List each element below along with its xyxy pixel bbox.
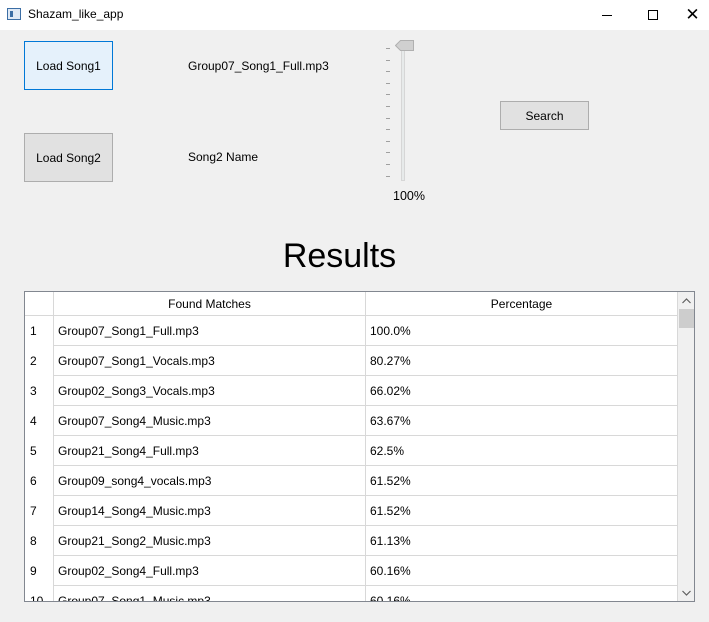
search-button[interactable]: Search [500,101,589,130]
match-name-cell[interactable]: Group21_Song4_Full.mp3 [54,436,366,466]
match-percentage-cell[interactable]: 63.67% [366,406,678,436]
slider-tick [386,71,390,72]
table-row[interactable]: 10 Group07_Song1_Music.mp3 60.16% [25,586,678,601]
row-number[interactable]: 6 [25,466,54,496]
row-number[interactable]: 3 [25,376,54,406]
match-percentage-cell[interactable]: 100.0% [366,316,678,346]
row-number[interactable]: 1 [25,316,54,346]
table-row[interactable]: 8 Group21_Song2_Music.mp3 61.13% [25,526,678,556]
slider-tick [386,141,390,142]
match-percentage-cell[interactable]: 66.02% [366,376,678,406]
match-percentage-cell[interactable]: 60.16% [366,556,678,586]
row-number[interactable]: 8 [25,526,54,556]
table-row[interactable]: 6 Group09_song4_vocals.mp3 61.52% [25,466,678,496]
match-name-cell[interactable]: Group14_Song4_Music.mp3 [54,496,366,526]
row-number[interactable]: 7 [25,496,54,526]
row-number[interactable]: 2 [25,346,54,376]
match-name-cell[interactable]: Group07_Song1_Music.mp3 [54,586,366,601]
slider-tick [386,118,390,119]
slider-groove [401,43,405,181]
table-row[interactable]: 5 Group21_Song4_Full.mp3 62.5% [25,436,678,466]
scroll-up-arrow-icon[interactable] [678,292,694,309]
match-name-cell[interactable]: Group07_Song1_Vocals.mp3 [54,346,366,376]
table-row[interactable]: 7 Group14_Song4_Music.mp3 61.52% [25,496,678,526]
title-bar: Shazam_like_app ✕ [0,0,709,30]
maximize-icon [648,10,658,20]
app-icon [7,8,21,20]
table-row[interactable]: 9 Group02_Song4_Full.mp3 60.16% [25,556,678,586]
slider-tick [386,164,390,165]
maximize-button[interactable] [630,0,676,30]
close-icon: ✕ [685,4,700,25]
row-number[interactable]: 5 [25,436,54,466]
slider-handle[interactable] [395,40,414,51]
results-title: Results [282,237,397,275]
match-percentage-cell[interactable]: 62.5% [366,436,678,466]
row-number[interactable]: 9 [25,556,54,586]
minimize-icon [602,14,612,16]
match-percentage-cell[interactable]: 61.13% [366,526,678,556]
vertical-scrollbar[interactable] [678,292,694,601]
slider-tick [386,83,390,84]
slider-tick [386,176,390,177]
column-header-percentage[interactable]: Percentage [366,292,678,316]
table-row[interactable]: 2 Group07_Song1_Vocals.mp3 80.27% [25,346,678,376]
slider-tick [386,106,390,107]
song2-name-label: Song2 Name [188,150,259,164]
slider-tick [386,48,390,49]
minimize-button[interactable] [584,0,630,30]
scroll-down-arrow-icon[interactable] [678,584,694,601]
row-number[interactable]: 10 [25,586,54,601]
table-row[interactable]: 1 Group07_Song1_Full.mp3 100.0% [25,316,678,346]
table-row[interactable]: 3 Group02_Song3_Vocals.mp3 66.02% [25,376,678,406]
match-percentage-cell[interactable]: 61.52% [366,466,678,496]
match-percentage-cell[interactable]: 61.52% [366,496,678,526]
match-percentage-cell[interactable]: 80.27% [366,346,678,376]
row-number[interactable]: 4 [25,406,54,436]
table-header: Found Matches Percentage [25,292,678,316]
load-song1-button[interactable]: Load Song1 [24,41,113,90]
column-header-found-matches[interactable]: Found Matches [54,292,366,316]
scrollbar-thumb[interactable] [679,309,694,328]
match-name-cell[interactable]: Group09_song4_vocals.mp3 [54,466,366,496]
slider-tick [386,94,390,95]
table-corner[interactable] [25,292,54,316]
song1-name-label: Group07_Song1_Full.mp3 [188,59,329,73]
match-name-cell[interactable]: Group02_Song4_Full.mp3 [54,556,366,586]
match-name-cell[interactable]: Group07_Song4_Music.mp3 [54,406,366,436]
results-table[interactable]: Found Matches Percentage 1 Group07_Song1_… [24,291,695,602]
match-percentage-cell[interactable]: 60.16% [366,586,678,601]
slider-tick [386,129,390,130]
slider-tick [386,152,390,153]
slider-value-label: 100% [393,189,425,203]
table-row[interactable]: 4 Group07_Song4_Music.mp3 63.67% [25,406,678,436]
window-title: Shazam_like_app [28,7,124,21]
slider-tick [386,60,390,61]
close-button[interactable]: ✕ [676,0,709,30]
match-name-cell[interactable]: Group21_Song2_Music.mp3 [54,526,366,556]
match-name-cell[interactable]: Group07_Song1_Full.mp3 [54,316,366,346]
match-name-cell[interactable]: Group02_Song3_Vocals.mp3 [54,376,366,406]
load-song2-button[interactable]: Load Song2 [24,133,113,182]
